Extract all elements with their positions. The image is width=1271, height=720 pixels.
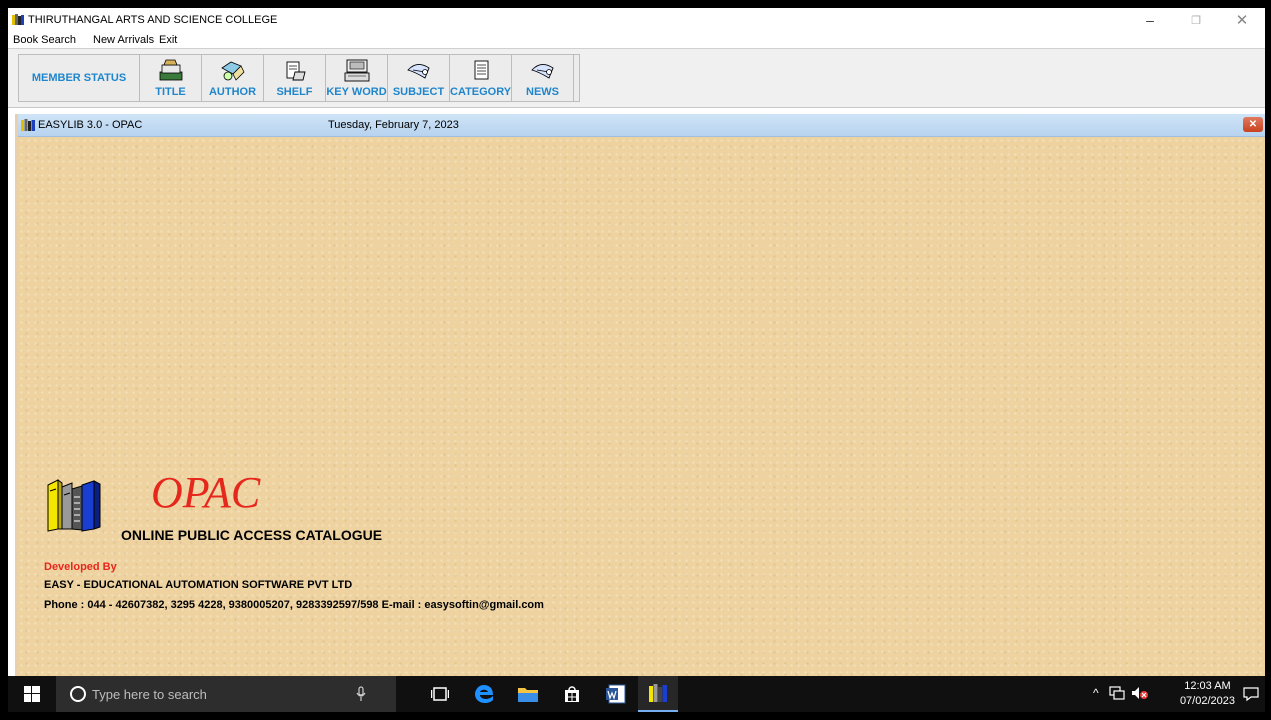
current-date: Tuesday, February 7, 2023 xyxy=(328,119,459,131)
books-icon xyxy=(21,119,35,131)
taskbar-edge[interactable] xyxy=(464,676,504,712)
system-tray: ^ 12:03 AM 07/02/2023 xyxy=(1065,676,1265,712)
news-icon xyxy=(530,64,554,79)
opac-window: EASYLIB 3.0 - OPAC Tuesday, February 7, … xyxy=(15,114,1265,676)
network-icon[interactable] xyxy=(1109,686,1125,700)
app-title: THIRUTHANGAL ARTS AND SCIENCE COLLEGE xyxy=(28,14,278,26)
opac-window-title: EASYLIB 3.0 - OPAC xyxy=(38,119,143,131)
books-logo xyxy=(47,479,101,532)
taskbar-store[interactable] xyxy=(552,676,592,712)
news-button[interactable]: NEWS xyxy=(512,54,574,102)
cortana-icon xyxy=(70,686,86,702)
contact-info: Phone : 044 - 42607382, 3295 4228, 93800… xyxy=(44,599,544,611)
microphone-icon[interactable] xyxy=(356,686,366,702)
notification-icon[interactable] xyxy=(1243,686,1259,702)
word-icon xyxy=(606,684,626,704)
store-icon xyxy=(565,686,579,702)
subject-label: SUBJECT xyxy=(392,86,445,98)
close-button[interactable]: ✕ xyxy=(1219,8,1265,32)
keyword-button[interactable]: KEY WORD xyxy=(326,54,388,102)
menu-new-arrivals[interactable]: New Arrivals xyxy=(93,34,154,46)
taskbar-file-explorer[interactable] xyxy=(508,676,548,712)
task-view-button[interactable] xyxy=(420,676,460,712)
keyword-icon xyxy=(344,59,369,82)
search-placeholder: Type here to search xyxy=(92,687,207,702)
maximize-button[interactable]: ❐ xyxy=(1173,8,1219,32)
news-label: NEWS xyxy=(526,86,559,98)
opac-window-close-button[interactable]: ✕ xyxy=(1243,117,1263,132)
books-icon xyxy=(649,684,667,702)
clock[interactable]: 12:03 AM 07/02/2023 xyxy=(1180,679,1235,709)
author-icon xyxy=(220,61,244,81)
taskbar-word[interactable] xyxy=(596,676,636,712)
chevron-up-icon[interactable]: ^ xyxy=(1093,686,1099,700)
toolbar-end xyxy=(574,54,580,102)
company-name: EASY - EDUCATIONAL AUTOMATION SOFTWARE P… xyxy=(44,579,353,591)
edge-icon xyxy=(475,685,493,703)
category-button[interactable]: CATEGORY xyxy=(450,54,512,102)
clock-time: 12:03 AM xyxy=(1184,680,1231,692)
author-button[interactable]: AUTHOR xyxy=(202,54,264,102)
taskbar-search[interactable]: Type here to search xyxy=(56,676,396,712)
screen: THIRUTHANGAL ARTS AND SCIENCE COLLEGE – … xyxy=(8,8,1265,712)
developed-by-label: Developed By xyxy=(44,561,117,573)
volume-muted-icon[interactable] xyxy=(1131,686,1149,700)
title-button[interactable]: TITLE xyxy=(140,54,202,102)
clock-date: 07/02/2023 xyxy=(1179,695,1235,707)
books-icon xyxy=(12,14,24,25)
menu-bar: Book Search New Arrivals Exit xyxy=(8,32,1265,48)
opac-window-body: OPAC ONLINE PUBLIC ACCESS CATALOGUE Deve… xyxy=(18,137,1265,676)
shelf-label: SHELF xyxy=(276,86,313,98)
toolbar-group: MEMBER STATUS TITLE AUTHOR SHELF KEY WOR… xyxy=(18,54,580,104)
shelf-icon xyxy=(286,61,306,81)
category-label: CATEGORY xyxy=(450,86,512,98)
keyword-label: KEY WORD xyxy=(326,86,387,98)
subject-icon xyxy=(406,64,430,79)
folder-icon xyxy=(518,688,538,702)
app-titlebar: THIRUTHANGAL ARTS AND SCIENCE COLLEGE – … xyxy=(8,8,1265,32)
start-button[interactable] xyxy=(8,676,56,712)
task-view-icon xyxy=(431,687,449,701)
menu-book-search[interactable]: Book Search xyxy=(13,34,76,46)
minimize-button[interactable]: – xyxy=(1127,8,1173,32)
subject-button[interactable]: SUBJECT xyxy=(388,54,450,102)
opac-window-titlebar: EASYLIB 3.0 - OPAC Tuesday, February 7, … xyxy=(18,114,1265,137)
taskbar: Type here to search ^ 12:03 AM 07/02/202… xyxy=(8,676,1265,712)
menu-exit[interactable]: Exit xyxy=(159,34,177,46)
toolbar: MEMBER STATUS TITLE AUTHOR SHELF KEY WOR… xyxy=(8,48,1265,108)
category-icon xyxy=(474,60,488,80)
member-status-button[interactable]: MEMBER STATUS xyxy=(18,54,140,102)
title-icon xyxy=(159,59,182,81)
author-label: AUTHOR xyxy=(208,86,257,98)
windows-icon xyxy=(24,686,40,702)
shelf-button[interactable]: SHELF xyxy=(264,54,326,102)
opac-heading: OPAC xyxy=(151,468,261,517)
taskbar-easylib[interactable] xyxy=(638,676,678,712)
title-label: TITLE xyxy=(155,86,186,98)
opac-subtitle: ONLINE PUBLIC ACCESS CATALOGUE xyxy=(121,527,383,543)
